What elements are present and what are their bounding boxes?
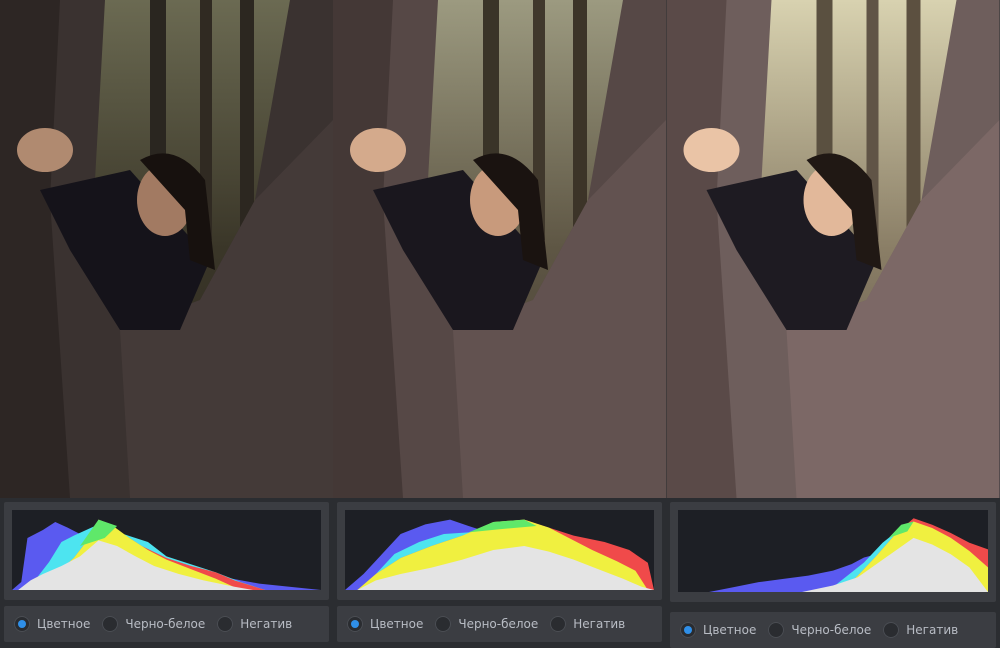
photo-image [0,0,333,498]
mode-label: Черно-белое [458,617,539,631]
panel-balanced: Цветное Черно-белое Негатив [333,0,666,648]
panel-dark: Цветное Черно-белое Негатив [0,0,333,648]
mode-label: Негатив [240,617,293,631]
color-mode-bar: Цветное Черно-белое Негатив [4,606,329,642]
color-mode-bar: Цветное Черно-белое Негатив [337,606,662,642]
mode-option-bw[interactable]: Черно-белое [102,616,205,632]
histogram-chart [345,519,654,590]
panel-bright: Цветное Черно-белое Негатив [666,0,1000,648]
mode-label: Цветное [370,617,424,631]
mode-label: Цветное [703,623,757,637]
radio-unselected-icon[interactable] [102,616,119,632]
radio-unselected-icon[interactable] [217,616,234,632]
radio-unselected-icon[interactable] [883,622,900,638]
histogram-panel [4,502,329,600]
histogram-plot [345,510,654,590]
mode-option-color[interactable]: Цветное [14,616,90,632]
mode-label: Цветное [37,617,91,631]
mode-option-negative[interactable]: Негатив [883,622,958,638]
histogram-panel [337,502,662,600]
photo-preview [0,0,333,498]
photo-image [333,0,666,498]
mode-label: Негатив [573,617,626,631]
mode-label: Черно-белое [791,623,872,637]
radio-unselected-icon[interactable] [768,622,785,638]
photo-preview [666,0,1000,498]
radio-unselected-icon[interactable] [550,616,567,632]
radio-selected-icon[interactable] [347,616,363,632]
histogram-chart [709,518,988,592]
photo-image [666,0,1000,498]
mode-label: Негатив [906,623,959,637]
radio-unselected-icon[interactable] [435,616,452,632]
mode-label: Черно-белое [125,617,206,631]
mode-option-negative[interactable]: Негатив [550,616,625,632]
histogram-chart [12,519,321,590]
mode-option-bw[interactable]: Черно-белое [435,616,538,632]
color-mode-bar: Цветное Черно-белое Негатив [670,612,996,648]
mode-option-color[interactable]: Цветное [680,622,756,638]
mode-option-negative[interactable]: Негатив [217,616,292,632]
mode-option-bw[interactable]: Черно-белое [768,622,871,638]
photo-preview [333,0,666,498]
mode-option-color[interactable]: Цветное [347,616,423,632]
radio-selected-icon[interactable] [680,622,696,638]
histogram-plot [678,510,988,592]
histogram-plot [12,510,321,590]
radio-selected-icon[interactable] [14,616,30,632]
histogram-panel [670,502,996,602]
